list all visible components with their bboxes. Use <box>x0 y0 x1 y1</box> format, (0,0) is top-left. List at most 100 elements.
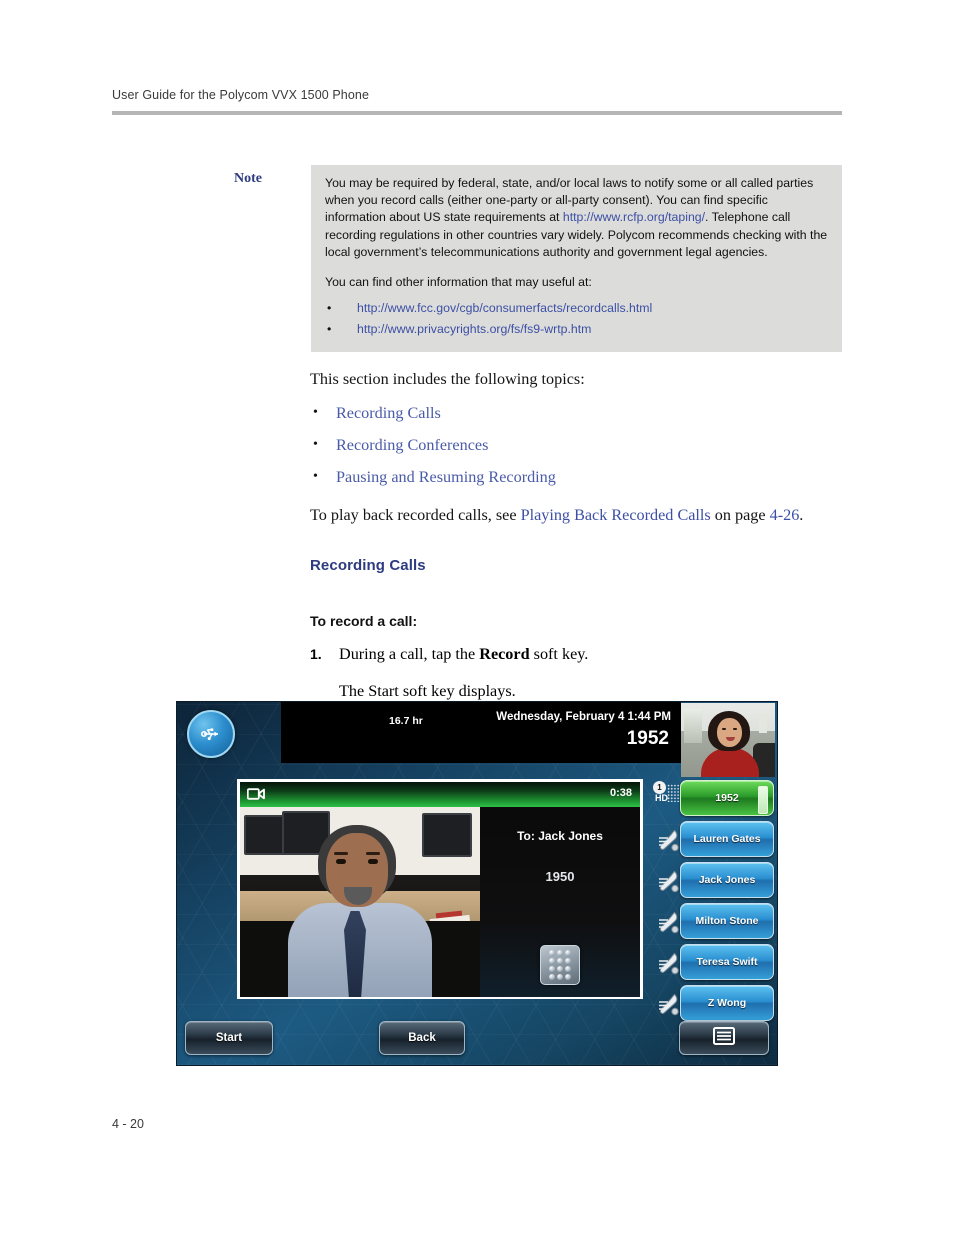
topic-link-recording-calls[interactable]: Recording Calls <box>336 404 441 422</box>
bullet-icon: • <box>313 405 318 420</box>
soft-key-label: Start <box>215 1032 243 1044</box>
procedure-step-1: 1. During a call, tap the Record soft key… <box>310 643 850 665</box>
rcfp-link[interactable]: http://www.rcfp.org/taping/ <box>563 210 705 224</box>
menu-list-icon <box>713 1026 735 1050</box>
dialpad-key <box>565 974 571 980</box>
call-to-label: To: Jack Jones <box>517 829 603 843</box>
note-paragraph-2: You can find other information that may … <box>325 275 592 290</box>
dialpad-key <box>557 950 563 956</box>
status-extension: 1952 <box>626 728 669 749</box>
line-key-label: 1952 <box>715 792 739 804</box>
line-key-teresa-swift[interactable]: Teresa Swift <box>680 944 774 980</box>
selfview-face <box>717 718 742 747</box>
selfview-window <box>684 709 702 743</box>
step-number: 1. <box>310 646 322 662</box>
video-person-eye-right <box>368 859 378 864</box>
handset-icon <box>657 950 681 976</box>
video-monitor-3 <box>422 813 472 857</box>
line-key-jack-jones[interactable]: Jack Jones <box>680 862 774 898</box>
usb-icon[interactable] <box>187 710 235 758</box>
active-call-window: 0:38 To: Jack Jones 1950 <box>237 779 643 999</box>
status-datetime: Wednesday, February 4 1:44 PM <box>496 711 671 723</box>
step-text-post: soft key. <box>529 645 589 663</box>
line-key-z-wong[interactable]: Z Wong <box>680 985 774 1021</box>
line-key-label: Lauren Gates <box>693 833 761 845</box>
running-head: User Guide for the Polycom VVX 1500 Phon… <box>112 88 370 102</box>
dialpad-key <box>549 950 555 956</box>
video-person-brow-left <box>334 852 348 855</box>
line-key-1952[interactable]: 1952 <box>680 780 774 816</box>
status-uptime: 16.7 hr <box>389 715 423 727</box>
line-key-row: 1 HD 1952 <box>653 780 774 818</box>
selfview-window-2 <box>759 713 767 733</box>
start-soft-key[interactable]: Start <box>185 1021 273 1055</box>
header-rule <box>112 111 842 115</box>
line-key-label: Teresa Swift <box>696 956 758 968</box>
video-camera-icon <box>246 787 265 806</box>
dialpad-key <box>565 958 571 964</box>
playback-page-link[interactable]: 4-26 <box>770 506 800 524</box>
line-key-row: Milton Stone <box>659 903 774 941</box>
dialpad-key <box>565 966 571 972</box>
line-key-column: 1 HD 1952 Lauren Gates Jack Jones Milton… <box>653 780 774 1026</box>
dialpad-key <box>557 966 563 972</box>
line-key-label: Jack Jones <box>698 874 756 886</box>
intro-paragraph: This section includes the following topi… <box>310 370 585 388</box>
page-header: User Guide for the Polycom VVX 1500 Phon… <box>112 88 842 115</box>
dialpad-grid <box>549 950 571 980</box>
line-key-row: Lauren Gates <box>659 821 774 859</box>
handset-icon <box>657 909 681 935</box>
list-item[interactable]: • http://www.privacyrights.org/fs/fs9-wrt… <box>325 319 830 340</box>
procedure-step-1-result: The Start soft key displays. <box>339 682 516 700</box>
video-person-eye-left <box>336 859 346 864</box>
line-key-milton-stone[interactable]: Milton Stone <box>680 903 774 939</box>
hd-sparkle-icon <box>667 784 680 802</box>
note-block: Note You may be required by federal, sta… <box>112 165 842 353</box>
page-number: 4 - 20 <box>112 1117 144 1131</box>
self-view-thumbnail[interactable] <box>681 703 775 777</box>
step-text-bold: Record <box>479 645 530 663</box>
menu-soft-key[interactable] <box>679 1021 769 1055</box>
bullet-icon: • <box>327 322 332 337</box>
soft-key-label: Back <box>408 1032 436 1044</box>
line-key-label: Milton Stone <box>695 915 759 927</box>
list-item[interactable]: • http://www.fcc.gov/cgb/consumerfacts/re… <box>325 298 830 319</box>
fcc-link[interactable]: http://www.fcc.gov/cgb/consumerfacts/rec… <box>357 301 652 315</box>
handset-icon <box>657 991 681 1017</box>
list-item[interactable]: • Pausing and Resuming Recording <box>310 466 850 488</box>
playback-text-pre: To play back recorded calls, see <box>310 506 521 524</box>
far-end-video <box>240 807 480 997</box>
topic-link-pausing-resuming[interactable]: Pausing and Resuming Recording <box>336 468 556 486</box>
playback-text-post: . <box>799 506 804 524</box>
call-duration: 0:38 <box>609 787 632 799</box>
bullet-icon: • <box>313 437 318 452</box>
bullet-icon: • <box>313 469 318 484</box>
phone-screenshot-figure: 16.7 hr Wednesday, February 4 1:44 PM 19… <box>176 701 778 1066</box>
selfview-eye-left <box>722 728 726 730</box>
call-status-bar: 0:38 <box>240 782 640 807</box>
list-item[interactable]: • Recording Conferences <box>310 434 850 456</box>
dialpad-key <box>557 974 563 980</box>
dialpad-key <box>549 974 555 980</box>
note-paragraph-1: You may be required by federal, state, a… <box>325 175 830 261</box>
dialpad-icon[interactable] <box>540 945 580 985</box>
call-info-panel: To: Jack Jones 1950 <box>480 807 640 997</box>
section-heading: Recording Calls <box>310 557 426 574</box>
privacyrights-link[interactable]: http://www.privacyrights.org/fs/fs9-wrtp… <box>357 322 591 336</box>
procedure-heading: To record a call: <box>310 613 418 629</box>
topic-link-recording-conferences[interactable]: Recording Conferences <box>336 436 488 454</box>
topic-list: • Recording Calls • Recording Conferences … <box>310 402 850 488</box>
list-item[interactable]: • Recording Calls <box>310 402 850 424</box>
body-column: This section includes the following topi… <box>310 368 850 702</box>
line-key-label: Z Wong <box>707 997 747 1009</box>
note-box: You may be required by federal, state, a… <box>311 165 842 353</box>
soft-key-bar: Start Back <box>177 1021 777 1059</box>
back-soft-key[interactable]: Back <box>379 1021 465 1055</box>
video-person-brow-right <box>366 852 380 855</box>
note-link-list: • http://www.fcc.gov/cgb/consumerfacts/re… <box>325 298 830 340</box>
line-key-row: Teresa Swift <box>659 944 774 982</box>
line-key-row: Jack Jones <box>659 862 774 900</box>
call-to-number: 1950 <box>545 869 575 884</box>
playback-link[interactable]: Playing Back Recorded Calls <box>521 506 711 524</box>
line-key-lauren-gates[interactable]: Lauren Gates <box>680 821 774 857</box>
